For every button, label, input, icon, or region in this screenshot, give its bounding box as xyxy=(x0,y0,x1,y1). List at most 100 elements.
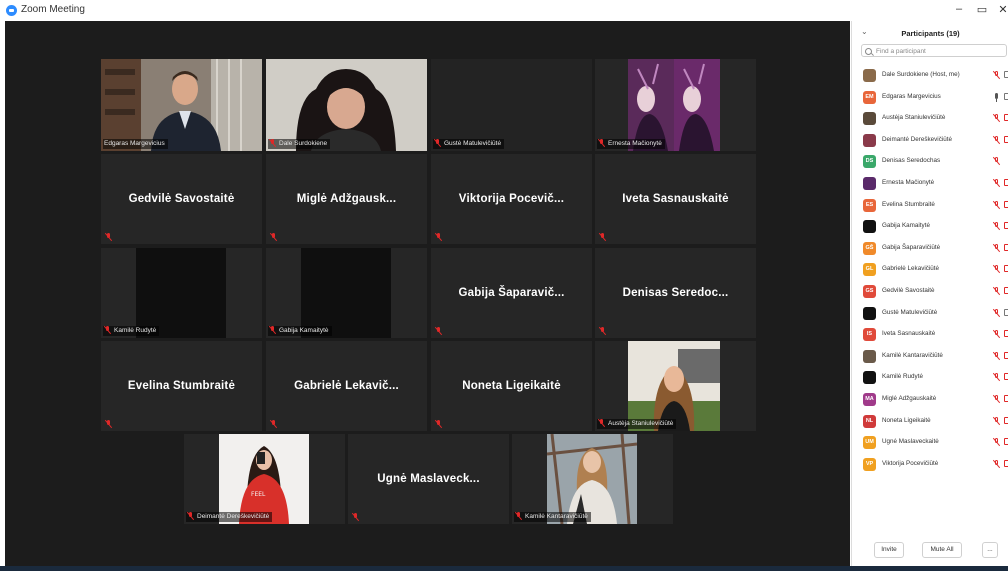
mic-muted-icon[interactable] xyxy=(992,135,1000,145)
video-icon[interactable] xyxy=(1004,308,1008,316)
video-off-icon[interactable] xyxy=(1004,394,1008,402)
close-button[interactable]: ✕ xyxy=(996,3,1008,16)
participant-row[interactable]: Dale Surdokiene (Host, me) xyxy=(852,65,1008,87)
participant-name: Miglė Adžgauskaitė xyxy=(882,394,937,402)
participant-row[interactable]: VP Viktorija Pocevičiūtė xyxy=(852,454,1008,476)
mic-muted-icon[interactable] xyxy=(992,286,1000,296)
participant-avatar: NL xyxy=(863,414,876,428)
mic-muted-icon[interactable] xyxy=(992,351,1000,361)
participant-row[interactable]: Deimantė Dereškevičiūtė xyxy=(852,130,1008,152)
mic-muted-icon xyxy=(187,512,194,520)
mic-muted-icon[interactable] xyxy=(992,330,1000,339)
mic-muted-icon[interactable] xyxy=(992,200,1000,210)
video-tile[interactable]: FEEL Deimantė Dereškevičiūtė xyxy=(184,434,345,524)
mic-muted-icon[interactable] xyxy=(992,114,1000,123)
mic-muted-icon xyxy=(269,139,276,147)
participant-row[interactable]: UM Ugnė Maslaveckaitė xyxy=(852,432,1008,454)
video-off-icon[interactable] xyxy=(1004,416,1008,424)
video-tile[interactable]: Gedvilė Savostaitė xyxy=(101,154,262,244)
participant-row[interactable]: Gustė Matulevičiūtė xyxy=(852,303,1008,325)
video-tile[interactable]: Noneta Ligeikaitė xyxy=(431,341,592,431)
participant-row[interactable]: DS Denisas Seredochas xyxy=(852,151,1008,173)
participant-row[interactable]: Kamilė Kantaravičiūtė xyxy=(852,346,1008,368)
video-off-icon[interactable] xyxy=(1004,351,1008,359)
video-tile[interactable]: Ernesta Mačionytė xyxy=(595,59,756,151)
video-off-icon[interactable] xyxy=(1004,373,1008,381)
video-off-icon[interactable] xyxy=(1004,135,1008,143)
video-tile[interactable]: Miglė Adžgausk... xyxy=(266,154,427,244)
video-tile[interactable]: Evelina Stumbraitė xyxy=(101,341,262,431)
participant-row[interactable]: GS Gedvilė Savostaitė xyxy=(852,281,1008,303)
mic-icon[interactable] xyxy=(992,92,1000,102)
restore-button[interactable]: ▭ xyxy=(975,3,989,16)
video-off-icon[interactable] xyxy=(1004,222,1008,230)
mic-muted-icon[interactable] xyxy=(992,265,1000,274)
video-off-icon[interactable] xyxy=(1004,114,1008,122)
video-off-icon[interactable] xyxy=(1004,178,1008,186)
mic-muted-icon[interactable] xyxy=(992,416,1000,426)
participant-avatar: IS xyxy=(863,328,876,342)
participant-row[interactable]: Ernesta Mačionytė xyxy=(852,173,1008,195)
video-icon[interactable] xyxy=(1004,92,1008,100)
participant-row[interactable]: Kamilė Rudytė xyxy=(852,367,1008,389)
participant-row[interactable]: EM Edgaras Margevicius xyxy=(852,87,1008,109)
video-icon[interactable] xyxy=(1004,71,1008,78)
participant-row[interactable]: GŠ Gabija Šaparavičiūtė xyxy=(852,238,1008,260)
mic-muted-icon[interactable] xyxy=(992,243,1000,253)
participant-row[interactable]: NL Noneta Ligeikaitė xyxy=(852,411,1008,433)
invite-button[interactable]: Invite xyxy=(874,542,904,558)
video-tile[interactable]: Dale Surdokiene xyxy=(266,59,427,151)
mic-muted-icon[interactable] xyxy=(992,178,1000,188)
participant-row[interactable]: GL Gabrielė Lekavičiūtė xyxy=(852,259,1008,281)
tile-name-label: Dale Surdokiene xyxy=(268,139,331,149)
participant-name: Ernesta Mačionytė xyxy=(882,178,935,186)
video-off-icon[interactable] xyxy=(1004,286,1008,294)
mute-all-button[interactable]: Mute All xyxy=(922,542,962,558)
mic-muted-icon[interactable] xyxy=(992,71,1000,80)
mic-muted-icon[interactable] xyxy=(992,438,1000,447)
participant-display-name: Gedvilė Savostaitė xyxy=(128,193,235,205)
video-off-icon[interactable] xyxy=(1004,438,1008,446)
participant-row[interactable]: Austėja Staniulevičiūtė xyxy=(852,108,1008,130)
video-tile[interactable]: Kamilė Kantaravičiūtė xyxy=(512,434,673,524)
video-feed-deimante: FEEL xyxy=(219,434,309,524)
video-feed-kamile xyxy=(547,434,637,524)
windows-taskbar xyxy=(0,566,1008,571)
mic-muted-icon[interactable] xyxy=(992,222,1000,231)
mic-muted-icon[interactable] xyxy=(992,157,1000,166)
video-off-icon[interactable] xyxy=(1004,330,1008,338)
video-tile[interactable]: Kamilė Rudytė xyxy=(101,248,262,338)
participant-name: Kamilė Rudytė xyxy=(882,373,923,381)
participant-row[interactable]: ES Evelina Stumbraitė xyxy=(852,195,1008,217)
mic-muted-icon[interactable] xyxy=(992,308,1000,318)
participant-row[interactable]: MA Miglė Adžgauskaitė xyxy=(852,389,1008,411)
participant-row[interactable]: IS Iveta Sasnauskaitė xyxy=(852,324,1008,346)
video-tile[interactable]: Viktorija Pocevič... xyxy=(431,154,592,244)
tile-name-text: Deimantė Dereškevičiūtė xyxy=(197,513,270,520)
participant-avatar: VP xyxy=(863,457,876,471)
video-tile[interactable]: Gabrielė Lekavič... xyxy=(266,341,427,431)
video-off-icon[interactable] xyxy=(1004,459,1008,467)
video-tile[interactable]: Edgaras Margevicius xyxy=(101,59,262,151)
participant-display-name: Ugnė Maslaveck... xyxy=(377,473,480,485)
video-tile[interactable]: Iveta Sasnauskaitė xyxy=(595,154,756,244)
mic-muted-icon[interactable] xyxy=(992,459,1000,469)
participant-row[interactable]: Gabija Kamaitytė xyxy=(852,216,1008,238)
video-tile[interactable]: Gabija Šaparavič... xyxy=(431,248,592,338)
minimize-button[interactable]: – xyxy=(952,3,966,15)
video-tile[interactable]: Austėja Staniulevičiūtė xyxy=(595,341,756,431)
video-tile[interactable]: Gabija Kamaitytė xyxy=(266,248,427,338)
video-tile[interactable]: Ugnė Maslaveck... xyxy=(348,434,509,524)
find-participant-input[interactable]: Find a participant xyxy=(861,44,1007,57)
video-tile[interactable]: Gustė Matulevičiūtė xyxy=(431,59,592,151)
video-tile[interactable]: Denisas Seredoc... xyxy=(595,248,756,338)
participant-name: Edgaras Margevicius xyxy=(882,92,941,100)
mic-muted-icon[interactable] xyxy=(992,373,1000,382)
participant-name: Evelina Stumbraitė xyxy=(882,200,935,208)
video-off-icon[interactable] xyxy=(1004,243,1008,251)
video-off-icon[interactable] xyxy=(1004,200,1008,208)
video-off-icon[interactable] xyxy=(1004,265,1008,273)
more-options-button[interactable]: ... xyxy=(982,542,998,558)
mic-muted-icon[interactable] xyxy=(992,394,1000,404)
participant-avatar: ES xyxy=(863,198,876,212)
